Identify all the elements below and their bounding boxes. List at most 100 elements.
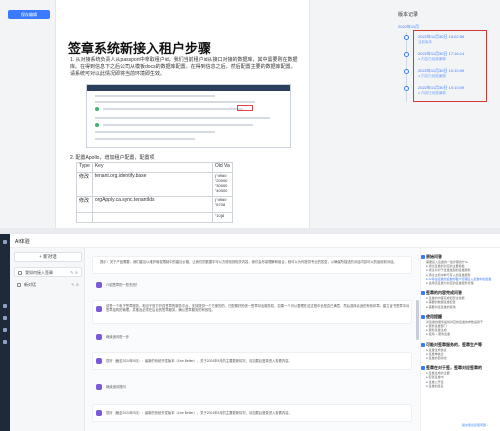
chat-bubble-icon xyxy=(18,271,22,275)
section-icon xyxy=(421,291,425,296)
ai-message: 您好（截至2024年9月）：最新的系统开发版本（Live Better），关于2… xyxy=(86,352,418,370)
version-item[interactable]: 2022年11月30日 15:02:56 当前版本 xyxy=(418,34,484,49)
message-text: 该签一个电子签章服务，相当于官方开具签章的服务平台，支持提供一个方便的的，已配置… xyxy=(106,304,410,313)
reference-line: ● 需要对接签章的使用 xyxy=(426,304,456,309)
table-row: "10(8 xyxy=(76,212,233,223)
screenshot-row xyxy=(103,108,243,110)
screenshot-header-bar xyxy=(87,85,290,91)
section-icon xyxy=(421,342,425,347)
user-avatar-icon xyxy=(96,384,102,390)
screenshot-row xyxy=(95,95,215,97)
table-header-row: Type Key Old Va xyxy=(76,162,233,173)
screenshot-row xyxy=(103,124,253,126)
chat-scrollbar[interactable] xyxy=(416,300,419,340)
timeline-dot-icon xyxy=(404,86,409,91)
table-cell: tenant.org.identify.base xyxy=(91,172,213,197)
section-icon xyxy=(421,314,425,319)
chat-bubble-icon xyxy=(17,283,21,287)
home-icon[interactable] xyxy=(3,240,7,244)
embedded-screenshot xyxy=(86,84,291,148)
edit-delete-icons[interactable]: ✎ ⊘ xyxy=(71,280,79,290)
timeline-line xyxy=(406,32,407,102)
user-message: 继续追问提问 xyxy=(86,380,418,394)
screenshot-row xyxy=(95,131,215,133)
conversation-label: 新对话 xyxy=(24,282,36,287)
version-history-title: 版本记录 xyxy=(398,12,419,18)
edit-delete-icons[interactable]: ✎ ⊘ xyxy=(70,268,78,276)
table-row: 修改 tenant.org.identify.base {"d9d0 "2000… xyxy=(76,172,233,197)
message-text: 继续追问提问 xyxy=(106,385,126,389)
ai-message: 提示：关于产品需要，我们建议以维护维权限制中的建议价格，让我们的数据中可以方便找… xyxy=(86,256,418,274)
status-dot-icon xyxy=(95,123,99,127)
message-text: 您好（截至2024年9月）：最新的系统开发版本（Live Better），关于2… xyxy=(106,359,292,363)
app-header xyxy=(10,234,500,248)
message-text: 提示：关于产品需要，我们建议以维护维权限制中的建议价格，让我们的数据中可以方便找… xyxy=(100,260,397,264)
timeline-dot-icon xyxy=(404,52,409,57)
timeline-dot-icon xyxy=(404,35,409,40)
version-note: ● 内容已经被编辑 xyxy=(418,74,446,78)
screenshot-row xyxy=(95,117,270,119)
user-avatar-icon xyxy=(96,282,102,288)
timeline-dot-icon xyxy=(404,69,409,74)
conversation-label: 我如何接入签章 xyxy=(25,270,53,275)
app-title: AI体验 xyxy=(15,239,30,245)
table-cell: 修改 xyxy=(76,196,93,213)
table-row: 修改 orgApply.ca.sync.tenantIds {"d9d0 "67… xyxy=(76,196,233,213)
document-title: 签章系统新接入租户步骤 xyxy=(68,41,212,56)
version-item[interactable]: 2022年11月30日 10:10:09 ● 内容已经被编辑 xyxy=(418,85,484,100)
chat-messages: 提示：关于产品需要，我们建议以维护维权限制中的建议价格，让我们的数据中可以方便找… xyxy=(86,248,418,431)
version-item[interactable]: 2022年11月30日 17:16:14 ● 内容已经被编辑 xyxy=(418,51,484,66)
conversation-item[interactable]: 我如何接入签章 ✎ ⊘ xyxy=(14,267,82,277)
message-text: 您好（截至2024年9月）：最新的系统开发版本（Live Better），关于2… xyxy=(106,411,292,415)
message-text: 介绍签章的一些东西？ xyxy=(106,283,139,287)
reference-line: ● 签章的签名 xyxy=(426,383,444,388)
table-cell: 修改 xyxy=(76,172,93,197)
feedback-link[interactable]: 提交建议反馈问题 › xyxy=(462,423,488,427)
table-header-cell: Old Va xyxy=(211,162,233,173)
highlight-box xyxy=(237,105,253,111)
section-icon xyxy=(421,366,425,371)
version-list: 2022年11月30日 15:02:56 当前版本 2022年11月30日 17… xyxy=(413,30,487,102)
nav-rail xyxy=(0,234,10,431)
user-message: 继续追问进一步 xyxy=(86,330,418,344)
new-chat-button[interactable]: + 新对话 xyxy=(14,252,82,262)
reference-line: ● 适用该签章为对应的签章服务管理 xyxy=(426,281,474,285)
message-text: 继续追问进一步 xyxy=(106,335,130,339)
reference-line: ● 使用 + 服务签章 xyxy=(426,332,451,337)
chat-icon[interactable] xyxy=(3,304,7,308)
step-1-text: 1. 从对接系统负责人从passport中拿取租户id，我们当前租户id从接口对… xyxy=(70,57,298,77)
table-header-cell: Type xyxy=(76,162,93,173)
table-cell: {"d9d0 "20000 "30000 "40000 xyxy=(211,172,233,197)
settings-icon[interactable] xyxy=(3,328,7,332)
version-note: 当前版本 xyxy=(418,40,432,44)
status-dot-icon xyxy=(95,107,99,111)
table-cell xyxy=(76,212,93,223)
document-page: 签章系统新接入租户步骤 1. 从对接系统负责人从passport中拿取租户id，… xyxy=(55,0,310,228)
ai-avatar-icon xyxy=(96,410,102,416)
user-avatar-icon xyxy=(96,334,102,340)
ai-avatar-icon xyxy=(96,306,102,312)
section-icon xyxy=(421,255,425,259)
table-cell: orgApply.ca.sync.tenantIds xyxy=(91,196,213,213)
step-2-text: 2. 配置Apollo，增加租户配置，配置项 xyxy=(70,155,155,161)
version-item[interactable]: 2022年11月30日 10:10:09 ● 内容已经被编辑 xyxy=(418,68,484,83)
save-edit-button[interactable]: 保存编辑 xyxy=(8,10,50,19)
config-table: Type Key Old Va 修改 tenant.org.identify.b… xyxy=(76,162,233,223)
screenshot-row xyxy=(95,138,195,140)
ai-avatar-icon xyxy=(96,358,102,364)
doc-icon[interactable] xyxy=(3,316,7,320)
table-cell xyxy=(91,212,213,223)
table-header-cell: Key xyxy=(91,162,213,173)
ai-message: 该签一个电子签章服务，相当于官方开具签章的服务平台，支持提供一个方便的的，已配置… xyxy=(86,300,418,324)
table-cell: {"d9d0 "6708 xyxy=(211,196,233,213)
screenshot-row xyxy=(95,101,255,103)
reference-line: ● 签章的自动化 xyxy=(426,356,447,360)
user-message: 介绍签章的一些东西？ xyxy=(86,278,418,292)
table-cell: "10(8 xyxy=(211,212,233,223)
version-note: ● 内容已经被编辑 xyxy=(418,91,446,95)
user-icon[interactable] xyxy=(3,340,7,344)
ai-message: 您好（截至2024年9月）：最新的系统开发版本（Live Better），关于2… xyxy=(86,404,418,422)
version-note: ● 内容已经被编辑 xyxy=(418,57,446,61)
message-card xyxy=(92,256,412,274)
conversation-item[interactable]: 新对话 ✎ ⊘ xyxy=(14,280,82,290)
